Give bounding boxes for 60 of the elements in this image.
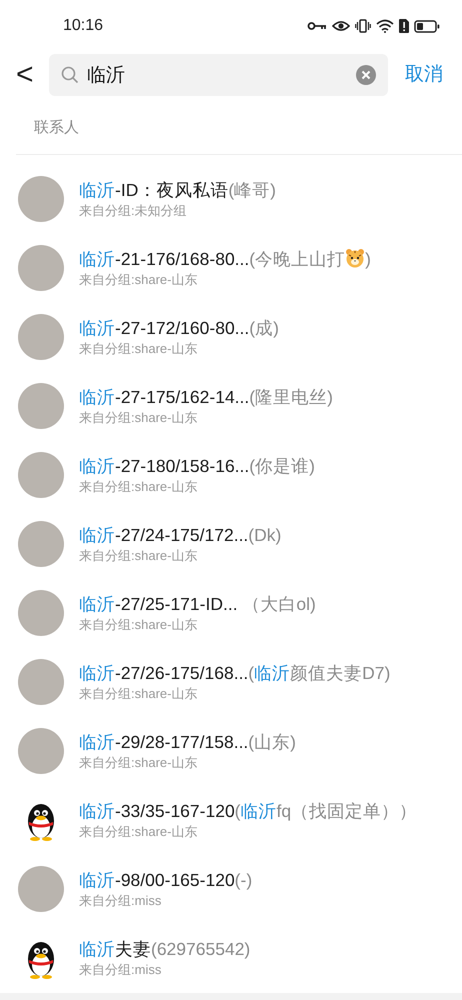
contact-name: 临沂-33/35-167-120(临沂fq（找固定单）） [79, 800, 418, 824]
contact-item[interactable]: 临沂-21-176/168-80...(今晚上山打 ) 来自分组:share-山东 [0, 234, 462, 303]
contact-group: 来自分组:share-山东 [79, 409, 333, 428]
contact-group: 来自分组:share-山东 [79, 685, 390, 704]
contact-name: 临沂-98/00-165-120(-) [79, 869, 252, 892]
avatar-photo-placeholder [18, 314, 64, 360]
avatar-photo-placeholder [18, 245, 64, 292]
avatar-photo-placeholder [18, 659, 64, 706]
contact-item[interactable]: 临沂-27-180/158-16...(你是谁) 来自分组:share-山东 [0, 440, 462, 510]
contact-item[interactable]: 临沂-29/28-177/158...(山东) 来自分组:share-山东 [0, 716, 462, 786]
contact-item[interactable]: 临沂-27-175/162-14...(隆里电丝) 来自分组:share-山东 [0, 372, 462, 441]
avatar-photo-placeholder [18, 176, 64, 222]
contact-group: 来自分组:miss [79, 961, 250, 980]
contact-group: 来自分组:share-山东 [79, 478, 315, 496]
avatar-photo-placeholder [18, 590, 64, 636]
back-button[interactable]: < [16, 60, 48, 90]
contact-name: 临沂-27-175/162-14...(隆里电丝) [79, 386, 333, 410]
contact-item[interactable]: 临沂-33/35-167-120(临沂fq（找固定单）） 来自分组:share-山东 [0, 786, 462, 855]
tiger-face-icon [345, 248, 366, 268]
contact-item[interactable]: 临沂-27-172/160-80...(成) 来自分组:share-山东 [0, 302, 462, 372]
contact-item[interactable]: 临沂-27/24-175/172...(Dk) 来自分组:share-山东 [0, 510, 462, 579]
avatar-photo-placeholder [18, 383, 64, 430]
wifi-icon [376, 19, 394, 34]
contact-group: 来自分组:share-山东 [79, 340, 279, 358]
status-time: 10:16 [63, 16, 104, 36]
eye-icon [332, 20, 350, 32]
contact-name: 临沂-29/28-177/158...(山东) [79, 731, 296, 754]
clear-icon[interactable] [356, 65, 376, 86]
contact-name: 临沂-ID：夜风私语(峰哥) [79, 179, 276, 202]
contact-group: 来自分组:share-山东 [79, 823, 418, 842]
battery-icon [414, 20, 440, 33]
contact-group: 来自分组:share-山东 [79, 547, 282, 566]
contact-name: 临沂-27/26-175/168...(临沂颜值夫妻D7) [79, 662, 390, 686]
avatar-photo-placeholder [18, 866, 64, 912]
contact-name: 临沂-27/24-175/172...(Dk) [79, 524, 282, 548]
contact-group: 来自分组:未知分组 [79, 202, 276, 220]
contact-item[interactable]: 临沂-98/00-165-120(-) 来自分组:miss [0, 854, 462, 924]
avatar-photo-placeholder [18, 452, 64, 498]
key-icon [307, 21, 327, 32]
contact-name: 临沂-21-176/168-80...(今晚上山打 ) [79, 247, 371, 272]
contact-name: 临沂-27/25-171-ID... （大白ol) [79, 593, 316, 616]
search-field[interactable]: 临沂 [49, 54, 388, 96]
section-title: 联系人 [34, 118, 79, 138]
contact-name: 临沂-27-180/158-16...(你是谁) [79, 455, 315, 478]
contact-item[interactable]: 临沂-ID：夜风私语(峰哥) 来自分组:未知分组 [0, 164, 462, 234]
contact-group: 来自分组:share-山东 [79, 754, 296, 772]
contact-group: 来自分组:share-山东 [79, 271, 371, 290]
vibrate-icon [355, 19, 371, 34]
contact-name: 临沂夫妻(629765542) [79, 938, 250, 962]
sim-alert-icon [399, 19, 409, 34]
contact-item[interactable]: 临沂-27/25-171-ID... （大白ol) 来自分组:share-山东 [0, 578, 462, 648]
contact-group: 来自分组:share-山东 [79, 616, 316, 634]
search-icon [61, 66, 79, 84]
cancel-button[interactable]: 取消 [405, 61, 443, 90]
contact-item[interactable]: 临沂夫妻(629765542) 来自分组:miss [0, 924, 462, 993]
avatar-photo-placeholder [18, 728, 64, 774]
avatar-photo-placeholder [18, 521, 64, 568]
contact-group: 来自分组:miss [79, 892, 252, 910]
contact-name: 临沂-27-172/160-80...(成) [79, 317, 279, 340]
contact-item[interactable]: 临沂-27/26-175/168...(临沂颜值夫妻D7) 来自分组:share-山东 [0, 648, 462, 717]
